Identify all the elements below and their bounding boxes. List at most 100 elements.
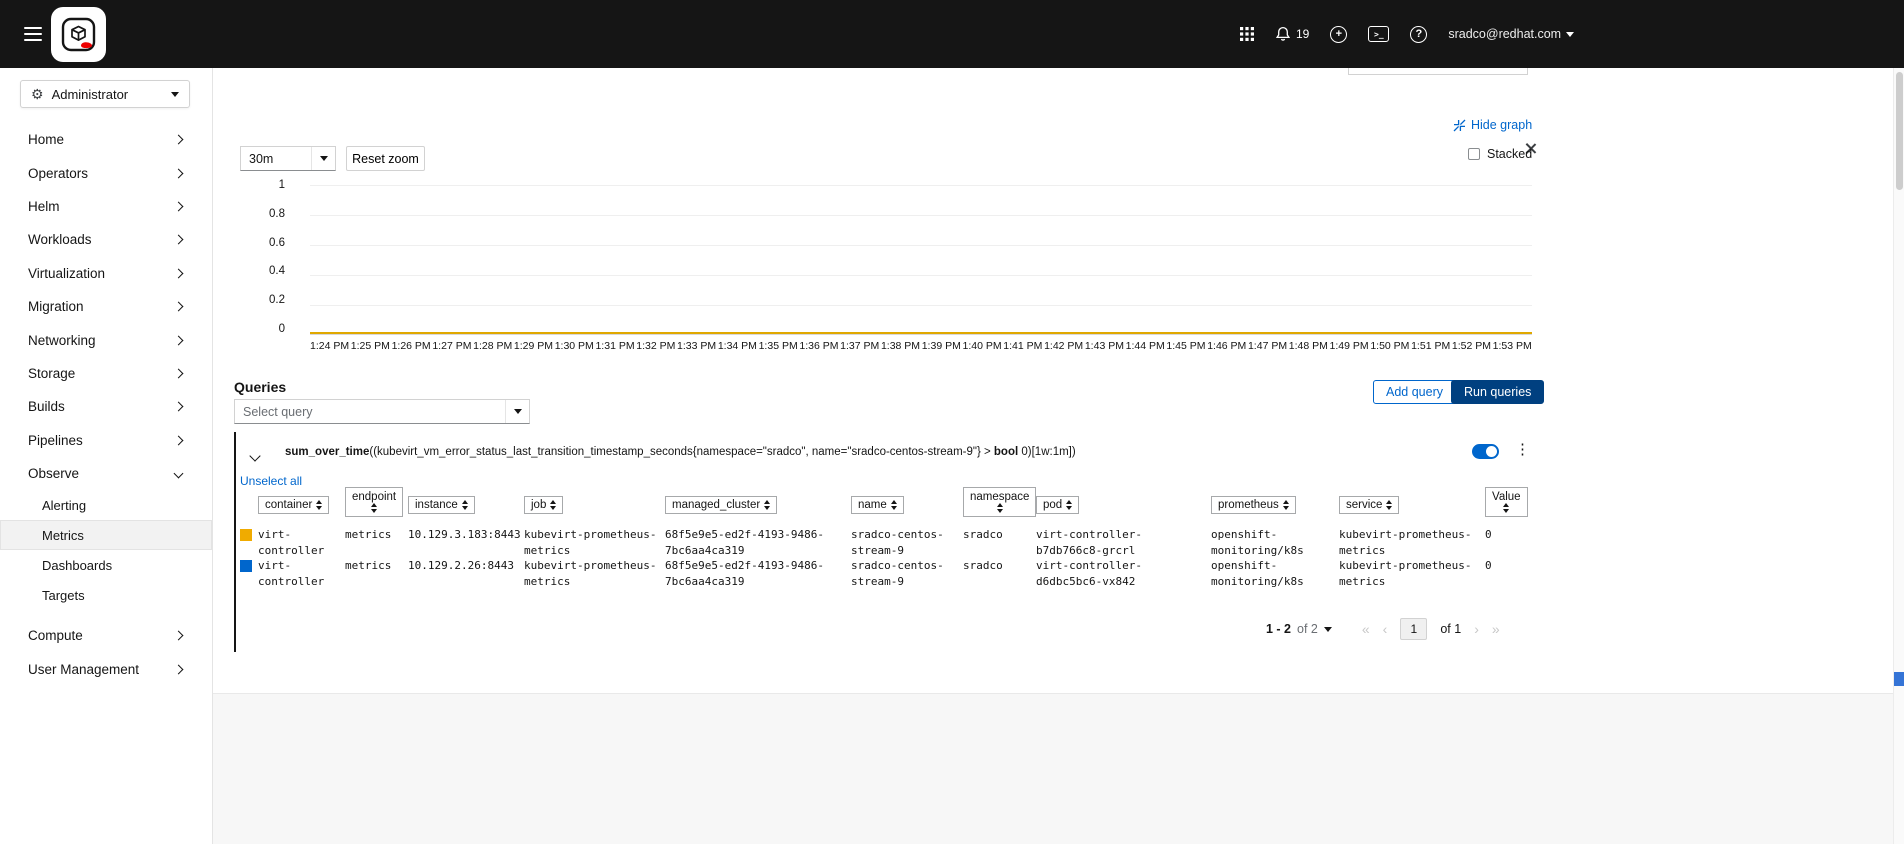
column-header-service[interactable]: service xyxy=(1339,496,1400,514)
x-tick-label: 1:26 PM xyxy=(391,340,431,352)
column-header-instance[interactable]: instance xyxy=(408,496,475,514)
sidebar-item[interactable]: Storage xyxy=(0,357,212,390)
cell-service: kubevirt-prometheus-metrics xyxy=(1339,559,1472,588)
pagination-range: 1 - 2 xyxy=(1266,622,1292,636)
question-circle-icon: ? xyxy=(1410,25,1428,43)
sidebar-item-metrics[interactable]: Metrics xyxy=(0,520,212,551)
cell-endpoint: metrics xyxy=(345,559,392,572)
sidebar-item-dashboards[interactable]: Dashboards xyxy=(0,550,212,580)
cell-instance: 10.129.3.183:8443 xyxy=(408,528,521,541)
cell-name: sradco-centos-stream-9 xyxy=(851,528,944,557)
app-launcher-button[interactable] xyxy=(1240,27,1254,41)
next-page-button[interactable]: › xyxy=(1474,622,1479,636)
query-kebab-menu[interactable]: ⋮ xyxy=(1511,440,1534,459)
web-terminal-button[interactable]: >_ xyxy=(1368,26,1390,42)
stacked-checkbox[interactable] xyxy=(1468,148,1480,160)
sidebar-item[interactable]: Migration xyxy=(0,290,212,323)
x-tick-label: 1:43 PM xyxy=(1084,340,1124,352)
clipped-dropdown[interactable] xyxy=(1348,68,1528,75)
pagination-nav: « ‹ 1 of 1 › » xyxy=(1362,618,1500,640)
chevron-right-icon xyxy=(173,664,184,675)
hide-graph-link[interactable]: Hide graph xyxy=(1453,118,1532,132)
sidebar-item[interactable]: Builds xyxy=(0,390,212,423)
collapse-query-button[interactable] xyxy=(249,447,261,465)
sidebar-item[interactable]: User Management xyxy=(0,653,212,686)
sidebar-item[interactable]: Pipelines xyxy=(0,424,212,457)
sidebar-item[interactable]: Compute xyxy=(0,619,212,652)
current-page-input[interactable]: 1 xyxy=(1400,618,1428,640)
sidebar-item-observe[interactable]: Observe xyxy=(0,457,212,490)
openshift-console: 19 + >_ ? sradco@redhat.com ⚙ Administra… xyxy=(0,0,1904,844)
previous-page-button[interactable]: ‹ xyxy=(1383,622,1388,636)
import-button[interactable]: + xyxy=(1330,25,1348,43)
column-header-name[interactable]: name xyxy=(851,496,904,514)
sort-icon xyxy=(461,500,468,510)
reset-zoom-button[interactable]: Reset zoom xyxy=(346,146,425,171)
table-body: virt-controller metrics 10.129.3.183:844… xyxy=(240,527,1534,589)
select-query-dropdown[interactable]: Select query xyxy=(234,399,530,424)
x-tick-label: 1:32 PM xyxy=(636,340,676,352)
x-tick-label: 1:47 PM xyxy=(1247,340,1288,352)
column-header-prometheus[interactable]: prometheus xyxy=(1211,496,1296,514)
sidebar-item[interactable]: Workloads xyxy=(0,223,212,256)
x-tick-label: 1:48 PM xyxy=(1288,340,1328,352)
column-header-endpoint[interactable]: endpoint xyxy=(345,487,404,517)
sidebar-item[interactable]: Networking xyxy=(0,323,212,356)
sort-icon xyxy=(996,503,1003,513)
sidebar-item-targets[interactable]: Targets xyxy=(0,580,212,610)
cell-prometheus: openshift-monitoring/k8s xyxy=(1211,559,1304,588)
vertical-scrollbar[interactable] xyxy=(1893,68,1904,844)
y-tick-label: 0.2 xyxy=(269,294,285,307)
masthead-toolbar: 19 + >_ ? sradco@redhat.com xyxy=(1240,0,1575,68)
time-range-value: 30m xyxy=(249,151,274,166)
notification-bell-button[interactable]: 19 xyxy=(1275,26,1309,42)
column-header-managed-cluster[interactable]: managed_cluster xyxy=(665,496,778,514)
sidebar-item[interactable]: Operators xyxy=(0,156,212,189)
y-tick-label: 0.8 xyxy=(269,207,285,220)
masthead: 19 + >_ ? sradco@redhat.com xyxy=(0,0,1904,68)
cell-prometheus: openshift-monitoring/k8s xyxy=(1211,528,1304,557)
x-tick-label: 1:52 PM xyxy=(1451,340,1491,352)
column-header-value[interactable]: Value xyxy=(1485,487,1528,517)
openshift-logo[interactable] xyxy=(51,7,106,62)
add-query-button[interactable]: Add query xyxy=(1373,380,1456,404)
sidebar-item-alerting[interactable]: Alerting xyxy=(0,490,212,520)
x-tick-label: 1:38 PM xyxy=(880,340,921,352)
last-page-button[interactable]: » xyxy=(1492,622,1500,636)
chevron-right-icon xyxy=(173,201,184,212)
sidebar-item[interactable]: Virtualization xyxy=(0,257,212,290)
first-page-button[interactable]: « xyxy=(1362,622,1370,636)
pagination: 1 - 2 of 2 « ‹ 1 of 1 › » xyxy=(1266,618,1500,640)
nav-toggle-button[interactable] xyxy=(24,27,42,41)
time-range-select[interactable]: 30m xyxy=(240,146,336,171)
select-query-placeholder: Select query xyxy=(243,404,313,419)
chevron-right-icon xyxy=(173,134,184,145)
perspective-switcher[interactable]: ⚙ Administrator xyxy=(20,80,190,108)
column-header-pod[interactable]: pod xyxy=(1036,496,1080,514)
column-header-container[interactable]: container xyxy=(258,496,330,514)
scrollbar-thumb[interactable] xyxy=(1895,72,1903,190)
cell-managed-cluster: 68f5e9e5-ed2f-4193-9486-7bc6aa4ca319 xyxy=(665,528,824,557)
x-tick-label: 1:34 PM xyxy=(717,340,757,352)
metrics-graph[interactable] xyxy=(310,185,1532,335)
column-header-job[interactable]: job xyxy=(524,496,564,514)
chevron-right-icon xyxy=(173,168,184,179)
run-queries-button[interactable]: Run queries xyxy=(1451,380,1545,404)
user-menu[interactable]: sradco@redhat.com xyxy=(1448,27,1575,41)
chevron-right-icon xyxy=(173,631,184,641)
openshift-logo-icon xyxy=(61,17,95,51)
sort-icon xyxy=(764,500,771,510)
help-button[interactable]: ? xyxy=(1410,25,1428,43)
cell-namespace: sradco xyxy=(963,528,1003,541)
sort-icon xyxy=(1282,500,1289,510)
query-expression[interactable]: sum_over_time((kubevirt_vm_error_status_… xyxy=(285,445,1245,460)
cell-instance: 10.129.2.26:8443 xyxy=(408,559,514,572)
sort-icon xyxy=(316,500,323,510)
enable-query-toggle[interactable] xyxy=(1472,444,1499,459)
cell-namespace: sradco xyxy=(963,559,1003,572)
column-header-namespace[interactable]: namespace xyxy=(963,487,1037,517)
sidebar-item[interactable]: Helm xyxy=(0,190,212,223)
series-line-1 xyxy=(310,331,1532,334)
per-page-select[interactable]: 1 - 2 of 2 xyxy=(1266,622,1332,636)
sidebar-item[interactable]: Home xyxy=(0,123,212,156)
